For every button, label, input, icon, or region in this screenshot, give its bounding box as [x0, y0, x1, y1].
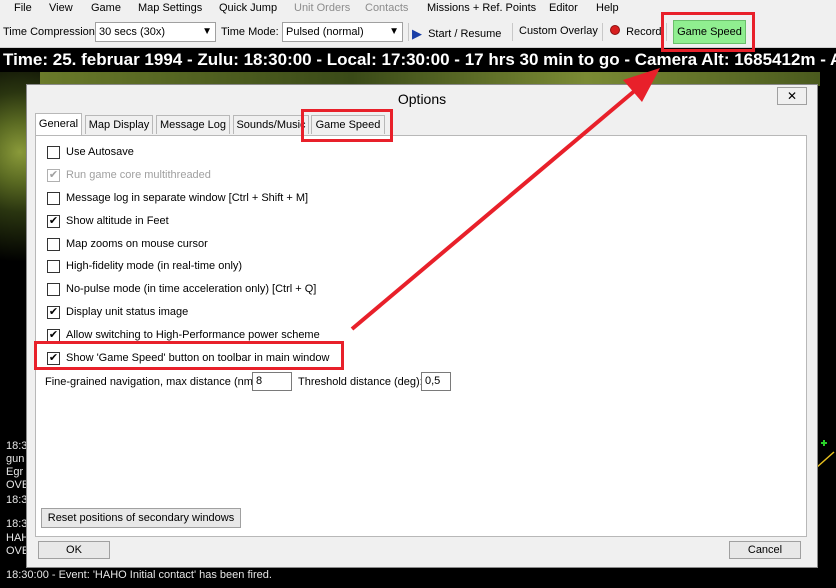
- annotation-arrow: [350, 68, 660, 331]
